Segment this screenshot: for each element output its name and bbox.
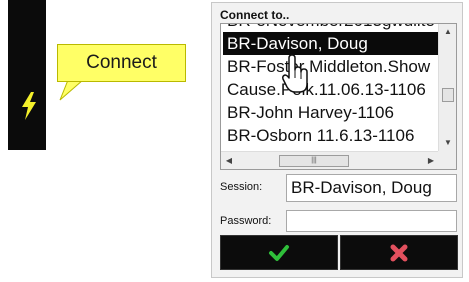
- horizontal-scroll-thumb[interactable]: |||: [279, 155, 349, 167]
- ok-button[interactable]: [220, 235, 338, 270]
- toolbar-strip: [8, 0, 46, 150]
- horizontal-scrollbar[interactable]: ◀ ||| ▶: [221, 151, 439, 169]
- list-item[interactable]: BR-John Harvey-1106: [223, 101, 438, 124]
- lightning-icon: [22, 92, 36, 120]
- vertical-scrollbar[interactable]: ▲ ▼: [438, 24, 456, 151]
- list-item-selected[interactable]: BR-Davison, Doug: [223, 32, 438, 55]
- vertical-scroll-thumb[interactable]: [442, 88, 454, 102]
- tooltip-tail: [59, 80, 84, 101]
- password-label: Password:: [220, 215, 272, 227]
- check-icon: [269, 244, 289, 261]
- session-input[interactable]: [286, 174, 457, 202]
- hand-pointer-icon: [282, 54, 308, 93]
- list-item[interactable]: BR-Osborn 11.6.13-1106: [223, 124, 438, 147]
- session-label: Session:: [220, 181, 263, 193]
- scroll-left-arrow-icon[interactable]: ◀: [221, 152, 237, 169]
- connect-toolbar-button[interactable]: [20, 92, 38, 120]
- scroll-right-arrow-icon[interactable]: ▶: [423, 152, 439, 169]
- scroll-down-arrow-icon[interactable]: ▼: [439, 135, 456, 151]
- x-icon: [390, 244, 408, 261]
- cancel-button[interactable]: [340, 235, 458, 270]
- connect-tooltip: Connect: [57, 44, 186, 82]
- session-listbox[interactable]: BR-eNovember2013gwulite BR-Davison, Doug…: [220, 23, 457, 170]
- list-item[interactable]: BR-Foster Middleton.Show: [223, 55, 438, 78]
- scroll-corner: [438, 151, 456, 169]
- connect-dialog: Connect to.. BR-eNovember2013gwulite BR-…: [211, 2, 463, 278]
- password-input[interactable]: [286, 210, 457, 232]
- list-item[interactable]: Cause.Polk.11.06.13-1106: [223, 78, 438, 101]
- tooltip-label: Connect: [86, 52, 157, 73]
- scroll-up-arrow-icon[interactable]: ▲: [439, 24, 456, 40]
- dialog-title: Connect to..: [220, 8, 290, 22]
- list-item[interactable]: BR-eNovember2013gwulite: [223, 24, 438, 32]
